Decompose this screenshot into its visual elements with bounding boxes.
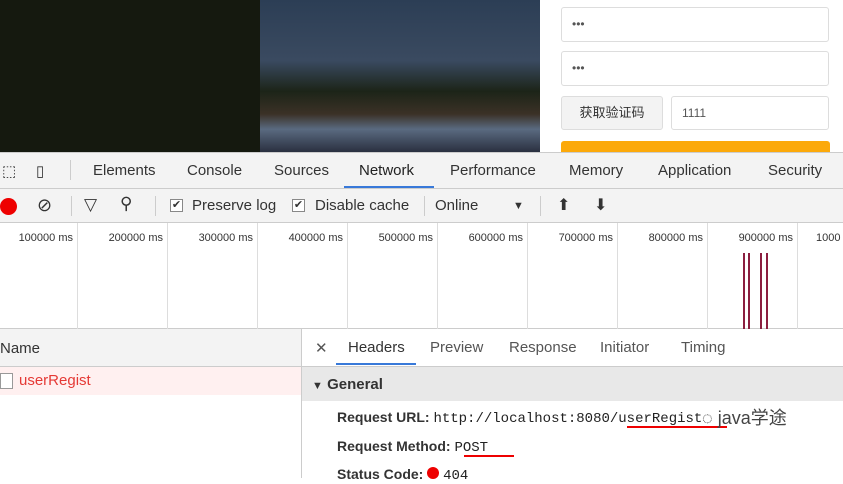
register-form: ••• ••• 获取验证码 1111 xyxy=(540,0,843,152)
request-url-row: Request URL: http://localhost:8080/userR… xyxy=(337,409,703,427)
tab-timing[interactable]: Timing xyxy=(681,339,725,356)
tab-performance[interactable]: Performance xyxy=(450,162,536,179)
tick-label: 300000 ms xyxy=(168,223,258,329)
import-icon[interactable]: ⬆ xyxy=(557,195,570,215)
tick-label: 1000 xyxy=(816,232,841,244)
request-url: http://localhost:8080/userRegist xyxy=(433,411,703,427)
timeline-overview[interactable]: 100000 ms 200000 ms 300000 ms 400000 ms … xyxy=(0,223,843,329)
devtools: ⬚ ▯ Elements Console Sources Network Per… xyxy=(0,152,843,484)
general-section[interactable]: ▼ General xyxy=(302,367,843,401)
devtools-tabs: ⬚ ▯ Elements Console Sources Network Per… xyxy=(0,153,843,189)
device-icon[interactable]: ▯ xyxy=(36,162,44,180)
tick-label: 500000 ms xyxy=(348,223,438,329)
tab-headers[interactable]: Headers xyxy=(348,339,405,356)
request-method-row: Request Method: POST xyxy=(337,438,489,456)
tab-sources[interactable]: Sources xyxy=(274,162,329,179)
status-dot-icon xyxy=(427,467,440,479)
status-code: 404 xyxy=(443,468,469,484)
tick-label: 900000 ms xyxy=(708,223,798,329)
request-bar xyxy=(748,253,750,329)
network-toolbar: ⊘ ▽ ⚲ ✔ Preserve log ✔ Disable cache Onl… xyxy=(0,189,843,223)
tab-elements[interactable]: Elements xyxy=(93,162,156,179)
tab-network[interactable]: Network xyxy=(359,162,414,179)
export-icon[interactable]: ⬇ xyxy=(594,195,607,215)
tick-label: 400000 ms xyxy=(258,223,348,329)
general-title: General xyxy=(327,376,383,393)
tick-label: 600000 ms xyxy=(438,223,528,329)
request-bar xyxy=(766,253,768,329)
request-list: Name userRegist xyxy=(0,329,302,478)
background-photo xyxy=(0,0,540,152)
request-name: userRegist xyxy=(19,372,91,389)
tick-label: 100000 ms xyxy=(0,223,78,329)
inspect-icon[interactable]: ⬚ xyxy=(2,162,16,180)
throttle-select[interactable]: Online xyxy=(435,197,478,214)
tab-preview[interactable]: Preview xyxy=(430,339,483,356)
request-bar xyxy=(760,253,762,329)
code-input[interactable]: 1111 xyxy=(671,96,829,130)
tab-memory[interactable]: Memory xyxy=(569,162,623,179)
tab-application[interactable]: Application xyxy=(658,162,731,179)
search-icon[interactable]: ⚲ xyxy=(120,194,132,214)
close-icon[interactable]: ✕ xyxy=(315,339,328,357)
preserve-log-checkbox[interactable]: ✔ xyxy=(170,199,183,212)
request-method: POST xyxy=(454,440,489,456)
disable-cache-checkbox[interactable]: ✔ xyxy=(292,199,305,212)
request-bar xyxy=(743,253,745,329)
filter-icon[interactable]: ▽ xyxy=(84,195,97,215)
name-column-header[interactable]: Name xyxy=(0,329,301,367)
tab-response[interactable]: Response xyxy=(509,339,577,356)
tab-security[interactable]: Security xyxy=(768,162,822,179)
triangle-down-icon: ▼ xyxy=(312,380,323,392)
clear-icon[interactable]: ⊘ xyxy=(37,195,52,216)
disable-cache-label: Disable cache xyxy=(315,197,410,214)
tab-initiator[interactable]: Initiator xyxy=(600,339,649,356)
chevron-down-icon[interactable]: ▼ xyxy=(513,200,524,212)
record-icon[interactable] xyxy=(0,198,17,215)
tick-label: 800000 ms xyxy=(618,223,708,329)
password-input[interactable]: ••• xyxy=(561,7,829,42)
preserve-log-label: Preserve log xyxy=(192,197,277,214)
tab-console[interactable]: Console xyxy=(187,162,242,179)
get-code-button[interactable]: 获取验证码 xyxy=(561,96,663,130)
watermark: ◌ java学途 xyxy=(702,408,787,428)
request-row[interactable]: userRegist xyxy=(0,367,301,395)
tick-label: 700000 ms xyxy=(528,223,618,329)
file-icon xyxy=(0,373,13,389)
tick-label: 200000 ms xyxy=(78,223,168,329)
detail-tabs: ✕ Headers Preview Response Initiator Tim… xyxy=(302,329,843,367)
status-code-row: Status Code: 404 xyxy=(337,466,469,484)
submit-button[interactable] xyxy=(561,141,830,152)
request-details: ✕ Headers Preview Response Initiator Tim… xyxy=(302,329,843,484)
confirm-password-input[interactable]: ••• xyxy=(561,51,829,86)
wechat-icon: ◌ xyxy=(702,408,713,428)
